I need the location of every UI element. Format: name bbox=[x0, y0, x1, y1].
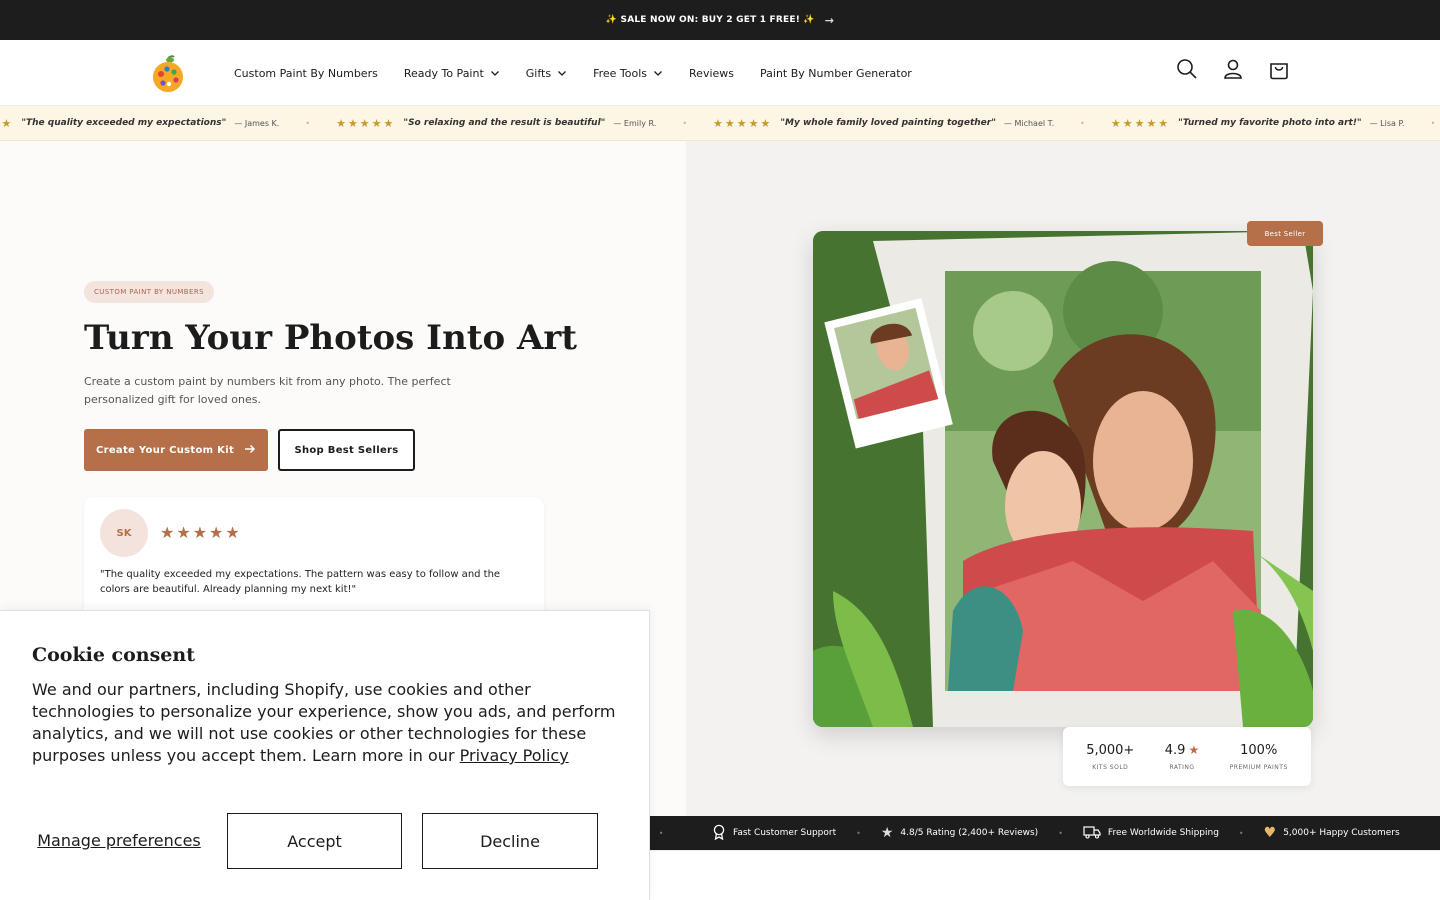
trust-label: Free Worldwide Shipping bbox=[1107, 828, 1219, 838]
nav-custom-paint-by-numbers[interactable]: Custom Paint By Numbers bbox=[234, 67, 378, 80]
separator-dot: • bbox=[658, 828, 664, 838]
stat-label: KITS SOLD bbox=[1092, 763, 1129, 771]
review-marquee: ★★★★★ "The quality exceeded my expectati… bbox=[0, 106, 1440, 141]
nav-gifts[interactable]: Gifts bbox=[526, 67, 567, 80]
separator-dot: • bbox=[1238, 828, 1244, 838]
nav-label: Custom Paint By Numbers bbox=[234, 66, 378, 80]
chevron-down-icon bbox=[653, 68, 663, 78]
stat-label: RATING bbox=[1169, 763, 1195, 771]
marquee-item: ★★★★★ "Turned my favorite photo into art… bbox=[1111, 117, 1435, 130]
create-custom-kit-button[interactable]: Create Your Custom Kit bbox=[84, 429, 268, 471]
marquee-author: — Emily R. bbox=[613, 118, 657, 128]
marquee-item: ★★★★★ "The quality exceeded my expectati… bbox=[0, 117, 310, 130]
stars: ★★★★★ bbox=[336, 116, 396, 130]
review-text: "The quality exceeded my expectations. T… bbox=[100, 569, 501, 595]
arrow-right-icon bbox=[244, 444, 256, 457]
logo[interactable] bbox=[150, 54, 186, 92]
stat-kits-sold: 5,000+ KITS SOLD bbox=[1086, 743, 1134, 771]
header-icons bbox=[1176, 58, 1290, 80]
separator-dot: • bbox=[305, 118, 311, 128]
account-icon[interactable] bbox=[1222, 58, 1244, 80]
stars: ★★★★★ bbox=[1110, 116, 1171, 130]
stat-value: 5,000+ bbox=[1086, 742, 1135, 758]
next-section-peek bbox=[650, 850, 1440, 900]
nav-free-tools[interactable]: Free Tools bbox=[593, 67, 663, 80]
nav-label: Ready To Paint bbox=[403, 66, 484, 80]
stars: ★★★★★ bbox=[160, 523, 242, 542]
announcement-bar[interactable]: ✨ SALE NOW ON: BUY 2 GET 1 FREE! ✨ → bbox=[0, 0, 1440, 40]
star-icon: ★ bbox=[1188, 743, 1200, 757]
separator-dot: • bbox=[1430, 118, 1436, 128]
cookie-consent-dialog: Cookie consent We and our partners, incl… bbox=[0, 610, 650, 900]
chevron-down-icon bbox=[490, 68, 500, 78]
separator-dot: • bbox=[682, 118, 688, 128]
hero-title: Turn Your Photos Into Art bbox=[84, 318, 577, 358]
trust-item: Fast Customer Support bbox=[712, 824, 836, 843]
marquee-author: — Michael T. bbox=[1003, 118, 1055, 128]
marquee-track: ★★★★★ "The quality exceeded my expectati… bbox=[0, 117, 1440, 130]
review-card: SK ★★★★★ "The quality exceeded my expect… bbox=[84, 497, 544, 627]
stars: ★★★★★ bbox=[0, 116, 14, 130]
shop-best-sellers-button[interactable]: Shop Best Sellers bbox=[278, 429, 415, 471]
announcement-text: ✨ SALE NOW ON: BUY 2 GET 1 FREE! ✨ bbox=[605, 15, 815, 25]
nav-paint-by-number-generator[interactable]: Paint By Number Generator bbox=[760, 67, 912, 80]
trust-track: Fast Customer Support • ★ 4.8/5 Rating (… bbox=[712, 816, 1420, 850]
separator-dot: • bbox=[856, 828, 861, 838]
decline-button[interactable]: Decline bbox=[422, 813, 598, 869]
stat-value: 4.9 bbox=[1164, 742, 1186, 758]
separator-dot: • bbox=[1058, 828, 1063, 838]
best-seller-badge: Best Seller bbox=[1247, 221, 1323, 246]
search-icon[interactable] bbox=[1176, 58, 1198, 80]
marquee-quote: "The quality exceeded my expectations" bbox=[21, 118, 227, 128]
button-label: Create Your Custom Kit bbox=[95, 444, 235, 456]
nav-label: Gifts bbox=[525, 66, 552, 80]
site-header: Custom Paint By Numbers Ready To Paint G… bbox=[0, 40, 1440, 106]
stat-premium-paints: 100% PREMIUM PAINTS bbox=[1230, 743, 1288, 771]
avatar: SK bbox=[100, 509, 148, 557]
arrow-right-icon: → bbox=[824, 13, 835, 27]
marquee-item: ★★★★★ "My whole family loved painting to… bbox=[713, 117, 1085, 130]
marquee-quote: "Turned my favorite photo into art!" bbox=[1178, 118, 1362, 128]
cookie-title: Cookie consent bbox=[32, 644, 195, 666]
stat-rating: 4.9 ★ RATING bbox=[1165, 743, 1199, 771]
accept-button[interactable]: Accept bbox=[227, 813, 402, 869]
manage-preferences-button[interactable]: Manage preferences bbox=[32, 813, 206, 869]
trust-item: Free Worldwide Shipping bbox=[1083, 825, 1219, 842]
stars: ★★★★★ bbox=[713, 116, 773, 130]
trust-label: 5,000+ Happy Customers bbox=[1283, 828, 1400, 838]
stat-value: 100% bbox=[1240, 742, 1278, 758]
button-label: Shop Best Sellers bbox=[294, 444, 399, 456]
trust-label: 4.8/5 Rating (2,400+ Reviews) bbox=[900, 828, 1039, 838]
privacy-policy-link[interactable]: Privacy Policy bbox=[460, 746, 569, 765]
marquee-quote: "My whole family loved painting together… bbox=[780, 118, 996, 128]
marquee-author: — James K. bbox=[234, 118, 280, 128]
chevron-down-icon bbox=[557, 68, 567, 78]
nav-reviews[interactable]: Reviews bbox=[689, 67, 734, 80]
nav-ready-to-paint[interactable]: Ready To Paint bbox=[404, 67, 500, 80]
trust-item: ★ 4.8/5 Rating (2,400+ Reviews) bbox=[881, 825, 1038, 841]
main-nav: Custom Paint By Numbers Ready To Paint G… bbox=[234, 40, 938, 106]
nav-label: Reviews bbox=[689, 66, 735, 80]
trust-item: ♥ 5,000+ Happy Customers bbox=[1264, 825, 1400, 841]
stat-value-row: 4.9 ★ bbox=[1165, 743, 1199, 758]
marquee-quote: "So relaxing and the result is beautiful… bbox=[403, 118, 606, 128]
stats-card: 5,000+ KITS SOLD 4.9 ★ RATING 100% PREMI… bbox=[1063, 727, 1311, 786]
separator-dot: • bbox=[1080, 118, 1085, 128]
heart-icon: ♥ bbox=[1263, 825, 1277, 841]
cookie-text: We and our partners, including Shopify, … bbox=[32, 679, 618, 767]
stat-label: PREMIUM PAINTS bbox=[1229, 763, 1288, 771]
cart-icon[interactable] bbox=[1268, 58, 1290, 80]
award-icon bbox=[712, 824, 726, 843]
star-icon: ★ bbox=[880, 825, 894, 841]
trust-label: Fast Customer Support bbox=[733, 828, 837, 838]
hero-subtitle: Create a custom paint by numbers kit fro… bbox=[84, 375, 451, 406]
nav-label: Paint By Number Generator bbox=[760, 66, 912, 80]
marquee-item: ★★★★★ "So relaxing and the result is bea… bbox=[336, 117, 687, 130]
truck-icon bbox=[1083, 825, 1101, 842]
product-image[interactable] bbox=[813, 231, 1313, 727]
marquee-author: — Lisa P. bbox=[1369, 118, 1405, 128]
category-pill: CUSTOM PAINT BY NUMBERS bbox=[84, 281, 214, 303]
nav-label: Free Tools bbox=[593, 66, 648, 80]
